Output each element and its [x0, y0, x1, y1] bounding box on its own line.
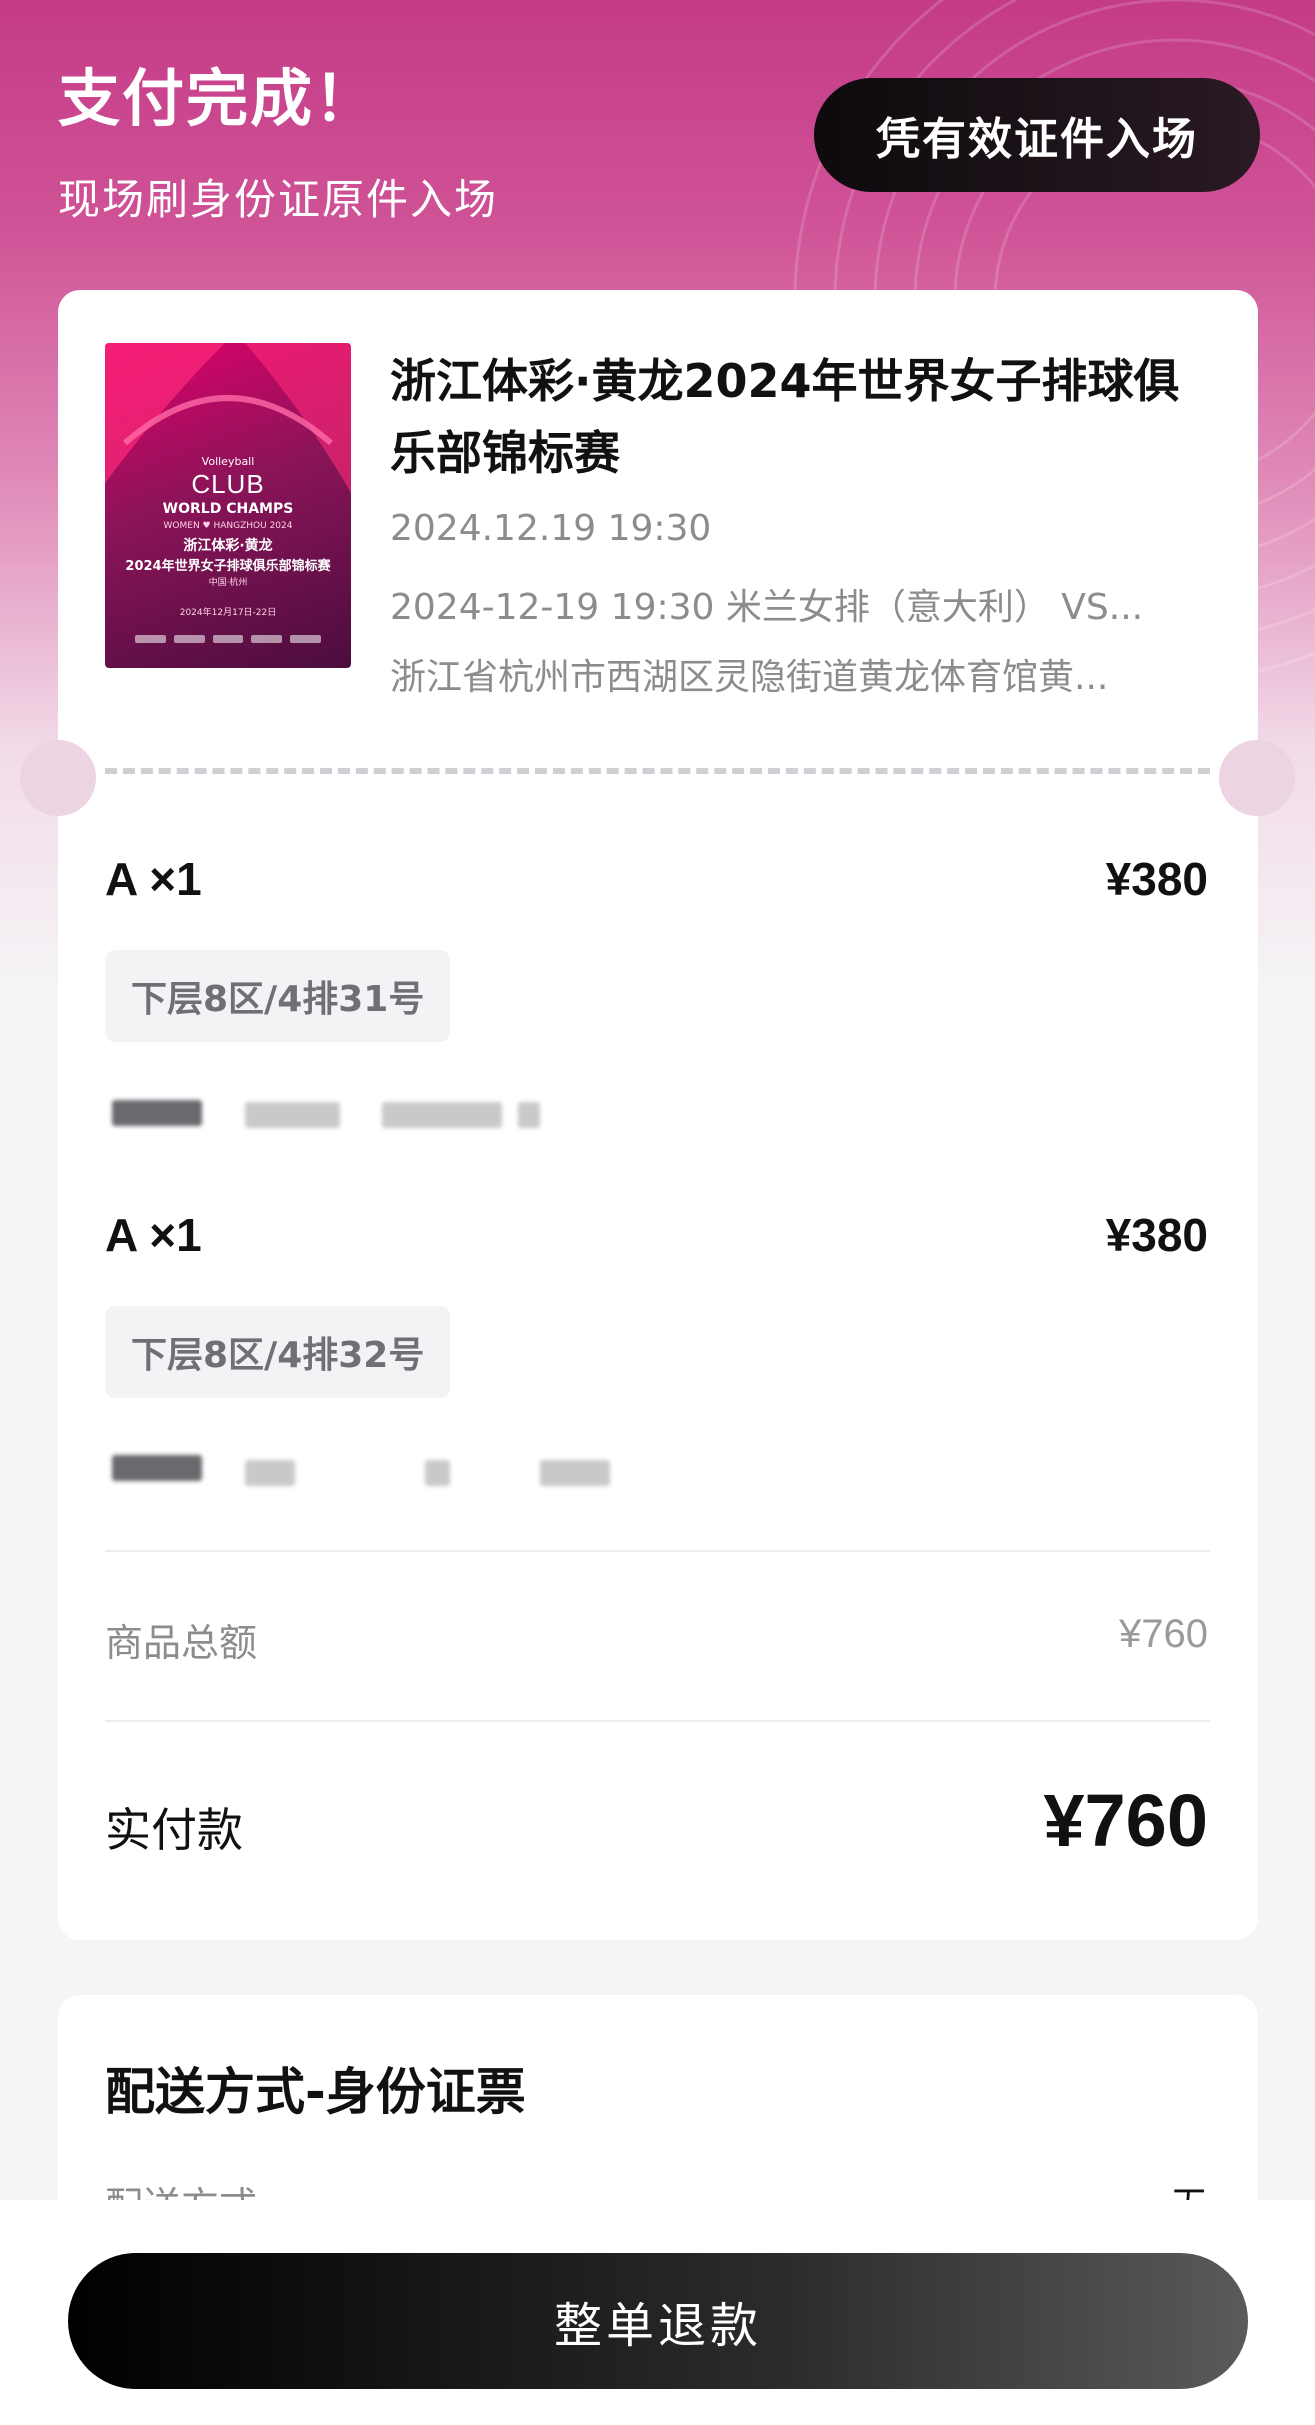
ticket-seat: 下层8区/4排31号	[105, 950, 451, 1042]
ticket-notch-right	[1219, 740, 1295, 816]
page-subtitle: 现场刷身份证原件入场	[58, 175, 499, 224]
attendee-id-redacted	[518, 1102, 540, 1128]
paid-amount-label: 实付款	[105, 1803, 243, 1857]
summary-divider	[105, 1550, 1210, 1552]
event-poster[interactable]: Volleyball CLUB WORLD CHAMPS WOMEN ♥ HAN…	[105, 343, 351, 668]
poster-club: CLUB	[191, 469, 265, 499]
poster-sponsor-logos	[135, 629, 321, 655]
attendee-id-redacted	[245, 1460, 295, 1486]
entry-requirement-badge[interactable]: 凭有效证件入场	[814, 78, 1260, 192]
poster-title-line1: 浙江体彩·黄龙	[183, 538, 273, 554]
ticket-seat: 下层8区/4排32号	[105, 1306, 451, 1398]
attendee-id-redacted	[245, 1102, 340, 1128]
goods-total-label: 商品总额	[105, 1621, 258, 1665]
ticket-tier: A ×1	[105, 853, 202, 905]
attendee-id-redacted	[540, 1460, 610, 1486]
event-venue[interactable]: 浙江省杭州市西湖区灵隐街道黄龙体育馆黄...	[390, 648, 1200, 700]
ticket-price: ¥380	[1105, 1209, 1208, 1261]
goods-total-value: ¥760	[1119, 1612, 1208, 1656]
ticket-tier: A ×1	[105, 1209, 202, 1261]
delivery-title: 配送方式-身份证票	[105, 2063, 526, 2121]
poster-city: 中国·杭州	[208, 578, 248, 588]
ticket-notch-left	[20, 740, 96, 816]
summary-divider	[105, 1720, 1210, 1722]
poster-dates: 2024年12月17日-22日	[179, 608, 277, 618]
event-date: 2024.12.19 19:30	[390, 508, 712, 549]
attendee-id-redacted	[382, 1102, 502, 1128]
event-session: 2024-12-19 19:30 米兰女排（意大利） VS...	[390, 587, 1144, 628]
attendee-id-redacted	[425, 1460, 450, 1486]
poster-title-line2: 2024年世界女子排球俱乐部锦标赛	[125, 559, 331, 574]
attendee-name-redacted	[112, 1100, 202, 1126]
paid-amount-value: ¥760	[1043, 1779, 1208, 1862]
poster-world-champs: WORLD CHAMPS	[162, 501, 294, 517]
event-title[interactable]: 浙江体彩·黄龙2024年世界女子排球俱乐部锦标赛	[390, 345, 1220, 489]
poster-subline: WOMEN ♥ HANGZHOU 2024	[163, 521, 293, 531]
poster-brand: Volleyball	[201, 455, 255, 468]
ticket-price: ¥380	[1105, 853, 1208, 905]
ticket-divider	[105, 768, 1210, 774]
refund-order-button[interactable]: 整单退款	[68, 2253, 1248, 2389]
attendee-name-redacted	[112, 1455, 202, 1481]
page-title: 支付完成！	[58, 62, 379, 135]
